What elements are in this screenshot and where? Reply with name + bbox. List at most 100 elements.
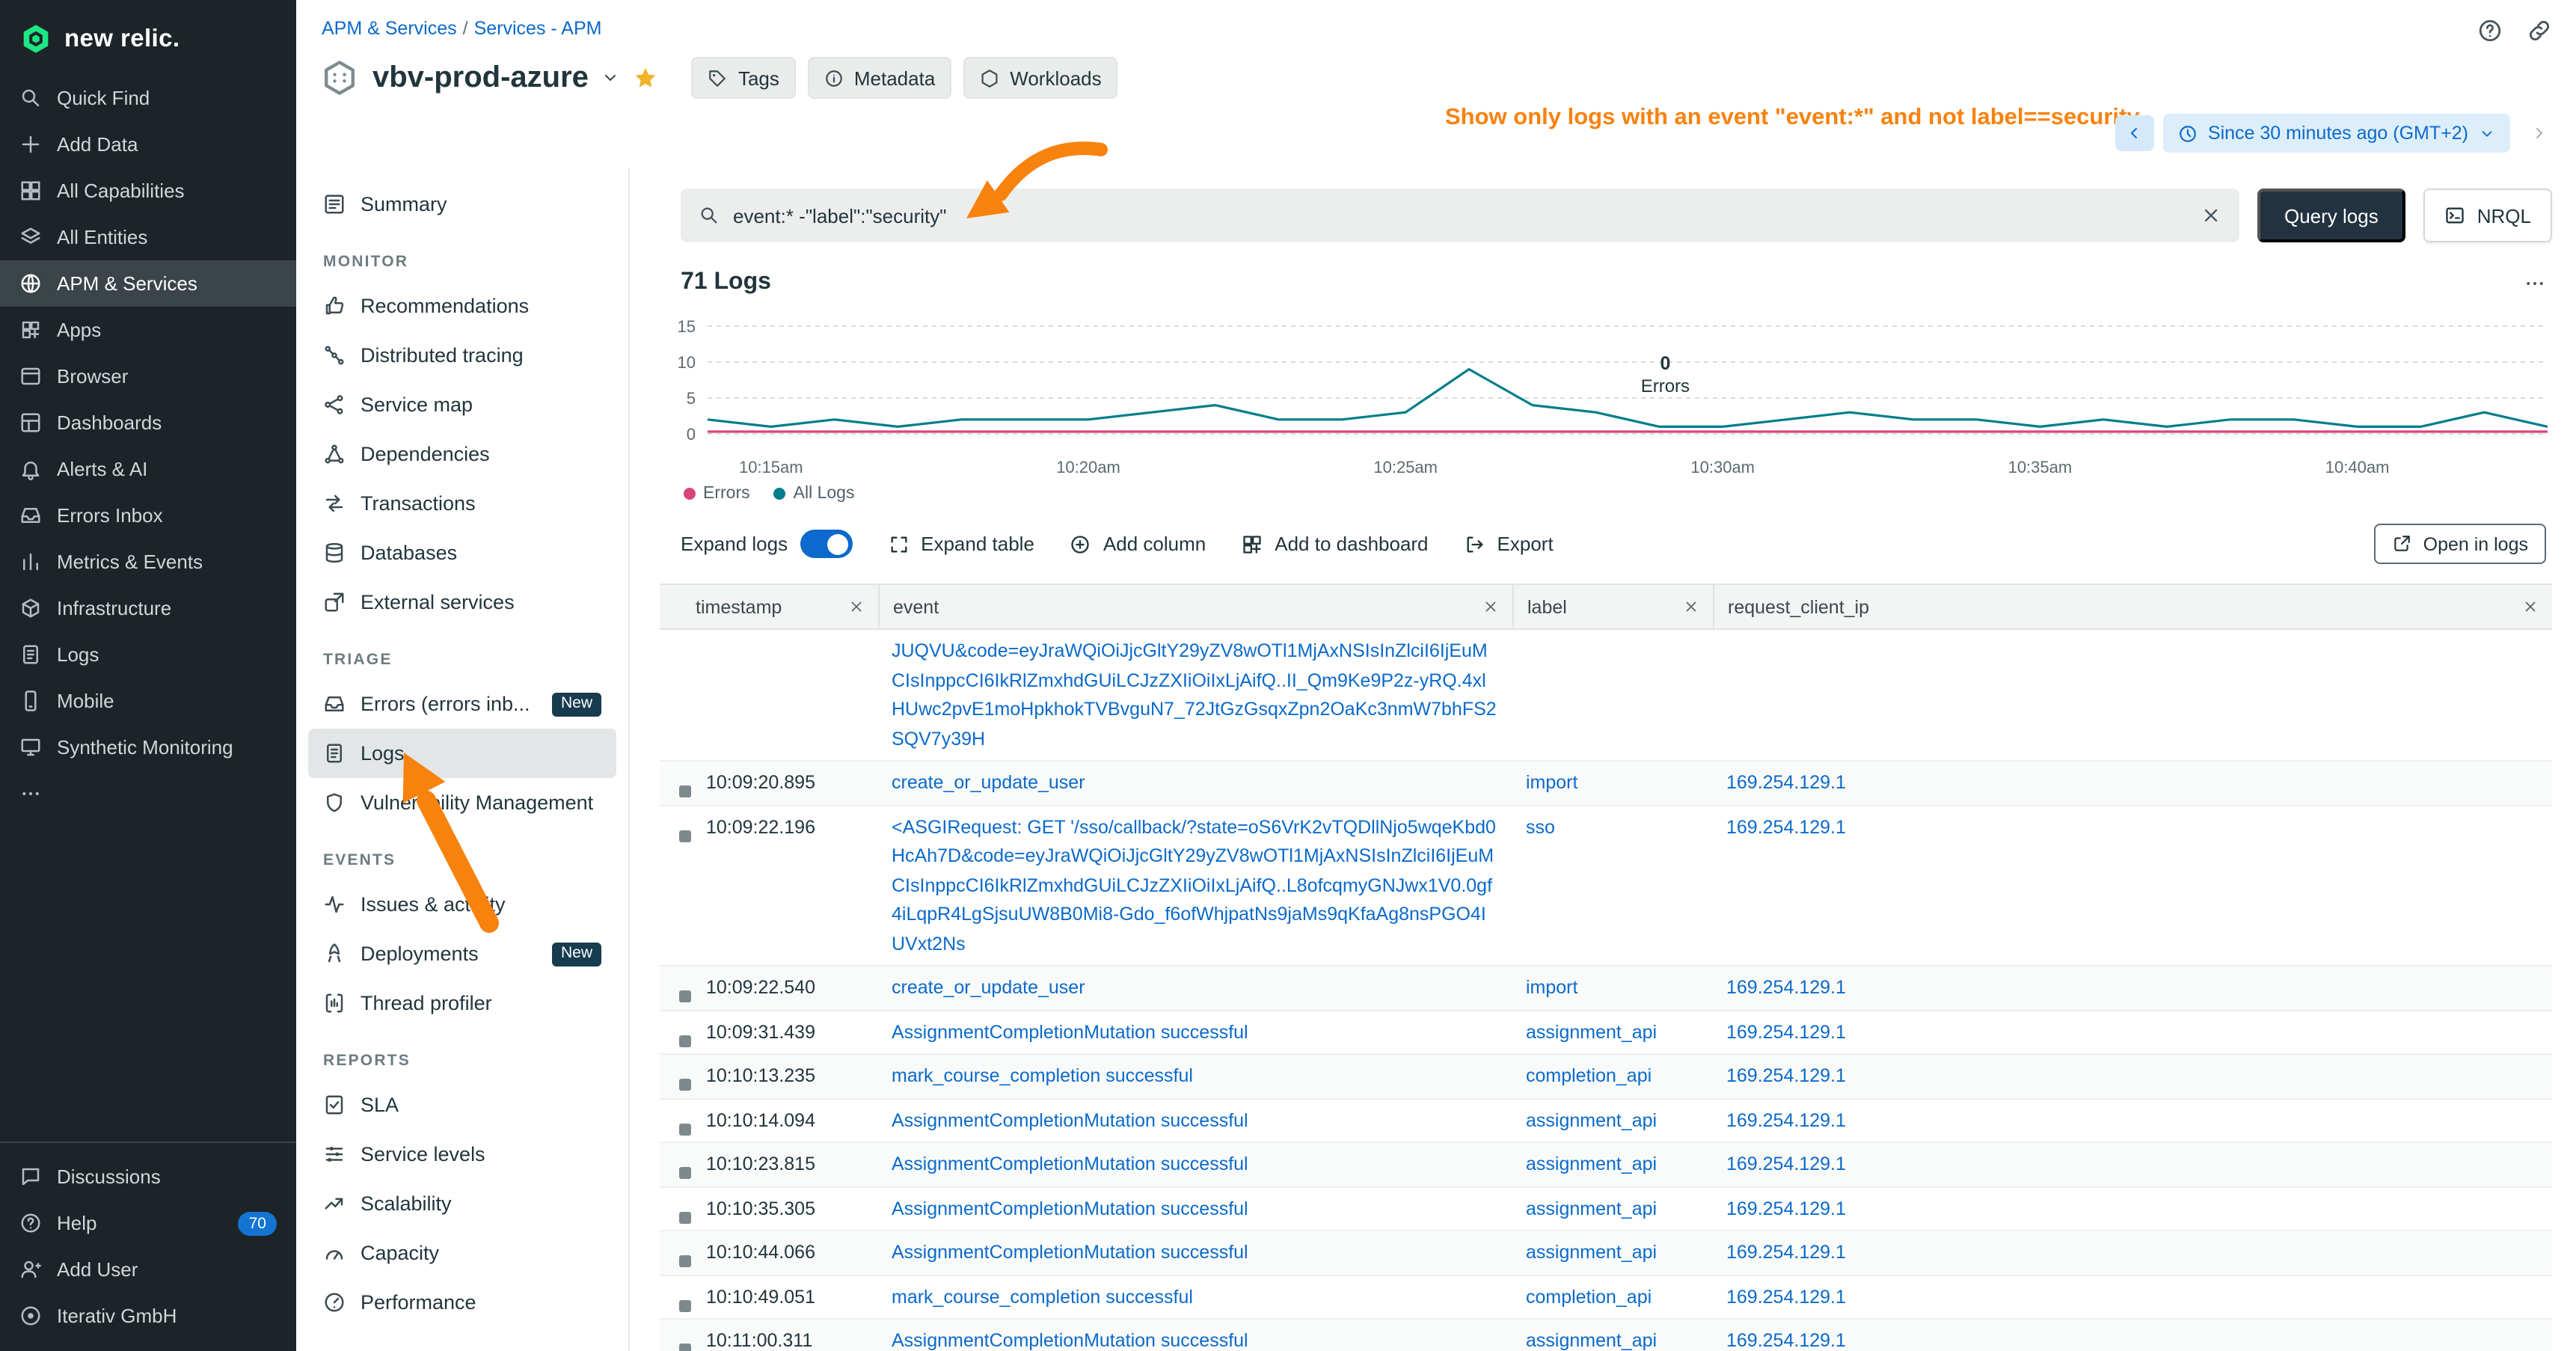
expand-logs-toggle[interactable]: Expand logs bbox=[681, 530, 852, 558]
row-expand-handle[interactable] bbox=[679, 1079, 691, 1091]
ip-link[interactable]: 169.254.129.1 bbox=[1726, 1330, 1846, 1351]
toggle-on-icon[interactable] bbox=[800, 530, 852, 558]
event-link[interactable]: AssignmentCompletionMutation successful bbox=[892, 1242, 1248, 1263]
row-expand-handle[interactable] bbox=[679, 1344, 691, 1351]
sidebar-item-mobile[interactable]: Mobile bbox=[0, 678, 296, 724]
row-expand-handle[interactable] bbox=[679, 1299, 691, 1311]
event-link[interactable]: JUQVU&code=eyJraWQiOiJjcGltY29yZV8wOTl1M… bbox=[892, 640, 1497, 749]
clear-query-icon[interactable] bbox=[2201, 205, 2221, 226]
table-row[interactable]: 10:09:20.895create_or_update_userimport1… bbox=[660, 762, 2552, 806]
nrql-button[interactable]: NRQL bbox=[2423, 189, 2552, 242]
event-link[interactable]: AssignmentCompletionMutation successful bbox=[892, 1109, 1248, 1130]
sidebar-item-quick-find[interactable]: Quick Find bbox=[0, 75, 296, 121]
label-link[interactable]: assignment_api bbox=[1526, 1198, 1657, 1219]
event-link[interactable]: create_or_update_user bbox=[892, 977, 1085, 998]
event-link[interactable]: mark_course_completion successful bbox=[892, 1065, 1193, 1086]
sidebar-item-discussions[interactable]: Discussions bbox=[0, 1154, 296, 1200]
sidebar-item-apps[interactable]: Apps bbox=[0, 307, 296, 353]
event-link[interactable]: AssignmentCompletionMutation successful bbox=[892, 1021, 1248, 1042]
row-expand-handle[interactable] bbox=[679, 1035, 691, 1047]
label-link[interactable]: assignment_api bbox=[1526, 1242, 1657, 1263]
label-link[interactable]: sso bbox=[1526, 816, 1555, 837]
row-expand-handle[interactable] bbox=[679, 830, 691, 842]
service-nav-capacity[interactable]: Capacity bbox=[308, 1228, 616, 1278]
sidebar-item-alerts-ai[interactable]: Alerts & AI bbox=[0, 446, 296, 492]
table-row[interactable]: 10:10:23.815AssignmentCompletionMutation… bbox=[660, 1143, 2552, 1187]
table-row[interactable]: JUQVU&code=eyJraWQiOiJjcGltY29yZV8wOTl1M… bbox=[660, 630, 2552, 762]
breadcrumb-services-apm[interactable]: Services - APM bbox=[474, 18, 602, 39]
sidebar-item-errors-inbox[interactable]: Errors Inbox bbox=[0, 492, 296, 539]
query-logs-button[interactable]: Query logs bbox=[2257, 189, 2405, 242]
open-in-logs-button[interactable]: Open in logs bbox=[2374, 524, 2546, 564]
sidebar-item-more[interactable] bbox=[0, 771, 296, 817]
event-link[interactable]: AssignmentCompletionMutation successful bbox=[892, 1154, 1248, 1174]
event-link[interactable]: AssignmentCompletionMutation successful bbox=[892, 1330, 1248, 1351]
sidebar-item-all-capabilities[interactable]: All Capabilities bbox=[0, 168, 296, 214]
metadata-button[interactable]: Metadata bbox=[808, 57, 951, 99]
entity-chevron-down-icon[interactable] bbox=[602, 69, 620, 87]
ip-link[interactable]: 169.254.129.1 bbox=[1726, 1021, 1846, 1042]
service-nav-logs[interactable]: Logs bbox=[308, 729, 616, 778]
close-icon[interactable] bbox=[2522, 598, 2539, 615]
legend-item-all-logs[interactable]: All Logs bbox=[774, 485, 855, 503]
label-link[interactable]: assignment_api bbox=[1526, 1109, 1657, 1130]
sidebar-item-help[interactable]: Help70 bbox=[0, 1200, 296, 1246]
logs-query-input[interactable]: event:* -"label":"security" bbox=[681, 189, 2239, 242]
service-nav-issues-activity[interactable]: Issues & activity bbox=[308, 880, 616, 929]
label-link[interactable]: assignment_api bbox=[1526, 1330, 1657, 1351]
event-link[interactable]: mark_course_completion successful bbox=[892, 1286, 1193, 1307]
ip-link[interactable]: 169.254.129.1 bbox=[1726, 1286, 1846, 1307]
ip-link[interactable]: 169.254.129.1 bbox=[1726, 977, 1846, 998]
row-expand-handle[interactable] bbox=[679, 990, 691, 1002]
event-link[interactable]: AssignmentCompletionMutation successful bbox=[892, 1198, 1248, 1219]
sidebar-item-apm-services[interactable]: APM & Services bbox=[0, 260, 296, 307]
table-row[interactable]: 10:11:00.311AssignmentCompletionMutation… bbox=[660, 1320, 2552, 1351]
ip-link[interactable]: 169.254.129.1 bbox=[1726, 772, 1846, 793]
sidebar-item-dashboards[interactable]: Dashboards bbox=[0, 399, 296, 446]
ip-link[interactable]: 169.254.129.1 bbox=[1726, 1242, 1846, 1263]
logs-chart[interactable]: 05101510:15am10:20am10:25am10:30am10:35a… bbox=[669, 302, 2552, 482]
label-link[interactable]: assignment_api bbox=[1526, 1021, 1657, 1042]
service-nav-performance[interactable]: Performance bbox=[308, 1278, 616, 1327]
ip-link[interactable]: 169.254.129.1 bbox=[1726, 816, 1846, 837]
time-forward-button[interactable] bbox=[2519, 115, 2558, 151]
chart-menu-icon[interactable] bbox=[2524, 272, 2546, 294]
sidebar-item-add-data[interactable]: Add Data bbox=[0, 121, 296, 168]
sidebar-item-browser[interactable]: Browser bbox=[0, 353, 296, 399]
table-row[interactable]: 10:10:49.051mark_course_completion succe… bbox=[660, 1275, 2552, 1320]
service-nav-deployments[interactable]: DeploymentsNew bbox=[308, 929, 616, 978]
row-expand-handle[interactable] bbox=[679, 1255, 691, 1267]
service-nav-thread-profiler[interactable]: Thread profiler bbox=[308, 978, 616, 1028]
service-nav-vulnerability-management[interactable]: Vulnerability Management bbox=[308, 778, 616, 827]
row-expand-handle[interactable] bbox=[679, 785, 691, 797]
service-nav-dependencies[interactable]: Dependencies bbox=[308, 429, 616, 479]
service-nav-distributed-tracing[interactable]: Distributed tracing bbox=[308, 331, 616, 380]
label-link[interactable]: completion_api bbox=[1526, 1065, 1652, 1086]
label-link[interactable]: import bbox=[1526, 772, 1577, 793]
service-nav-sla[interactable]: SLA bbox=[308, 1080, 616, 1130]
expand-table-button[interactable]: Expand table bbox=[888, 533, 1034, 555]
ip-link[interactable]: 169.254.129.1 bbox=[1726, 1154, 1846, 1174]
service-nav-databases[interactable]: Databases bbox=[308, 528, 616, 578]
event-link[interactable]: create_or_update_user bbox=[892, 772, 1085, 793]
service-nav-scalability[interactable]: Scalability bbox=[308, 1179, 616, 1228]
table-row[interactable]: 10:10:35.305AssignmentCompletionMutation… bbox=[660, 1187, 2552, 1231]
row-expand-handle[interactable] bbox=[679, 1211, 691, 1223]
help-circle-icon[interactable] bbox=[2477, 18, 2503, 43]
ip-link[interactable]: 169.254.129.1 bbox=[1726, 1109, 1846, 1130]
workloads-button[interactable]: Workloads bbox=[963, 57, 1117, 99]
service-nav-external-services[interactable]: External services bbox=[308, 578, 616, 627]
close-icon[interactable] bbox=[1683, 598, 1699, 615]
table-row[interactable]: 10:09:22.540create_or_update_userimport1… bbox=[660, 966, 2552, 1011]
service-nav-service-levels[interactable]: Service levels bbox=[308, 1130, 616, 1179]
table-row[interactable]: 10:09:22.196<ASGIRequest: GET '/sso/call… bbox=[660, 806, 2552, 966]
export-button[interactable]: Export bbox=[1465, 533, 1554, 555]
row-expand-handle[interactable] bbox=[679, 1167, 691, 1179]
event-link[interactable]: <ASGIRequest: GET '/sso/callback/?state=… bbox=[892, 816, 1496, 954]
permalink-icon[interactable] bbox=[2527, 18, 2552, 43]
sidebar-item-infrastructure[interactable]: Infrastructure bbox=[0, 585, 296, 631]
close-icon[interactable] bbox=[1482, 598, 1499, 615]
ip-link[interactable]: 169.254.129.1 bbox=[1726, 1065, 1846, 1086]
add-to-dashboard-button[interactable]: Add to dashboard bbox=[1242, 533, 1428, 555]
service-nav-summary[interactable]: Summary bbox=[308, 180, 616, 229]
